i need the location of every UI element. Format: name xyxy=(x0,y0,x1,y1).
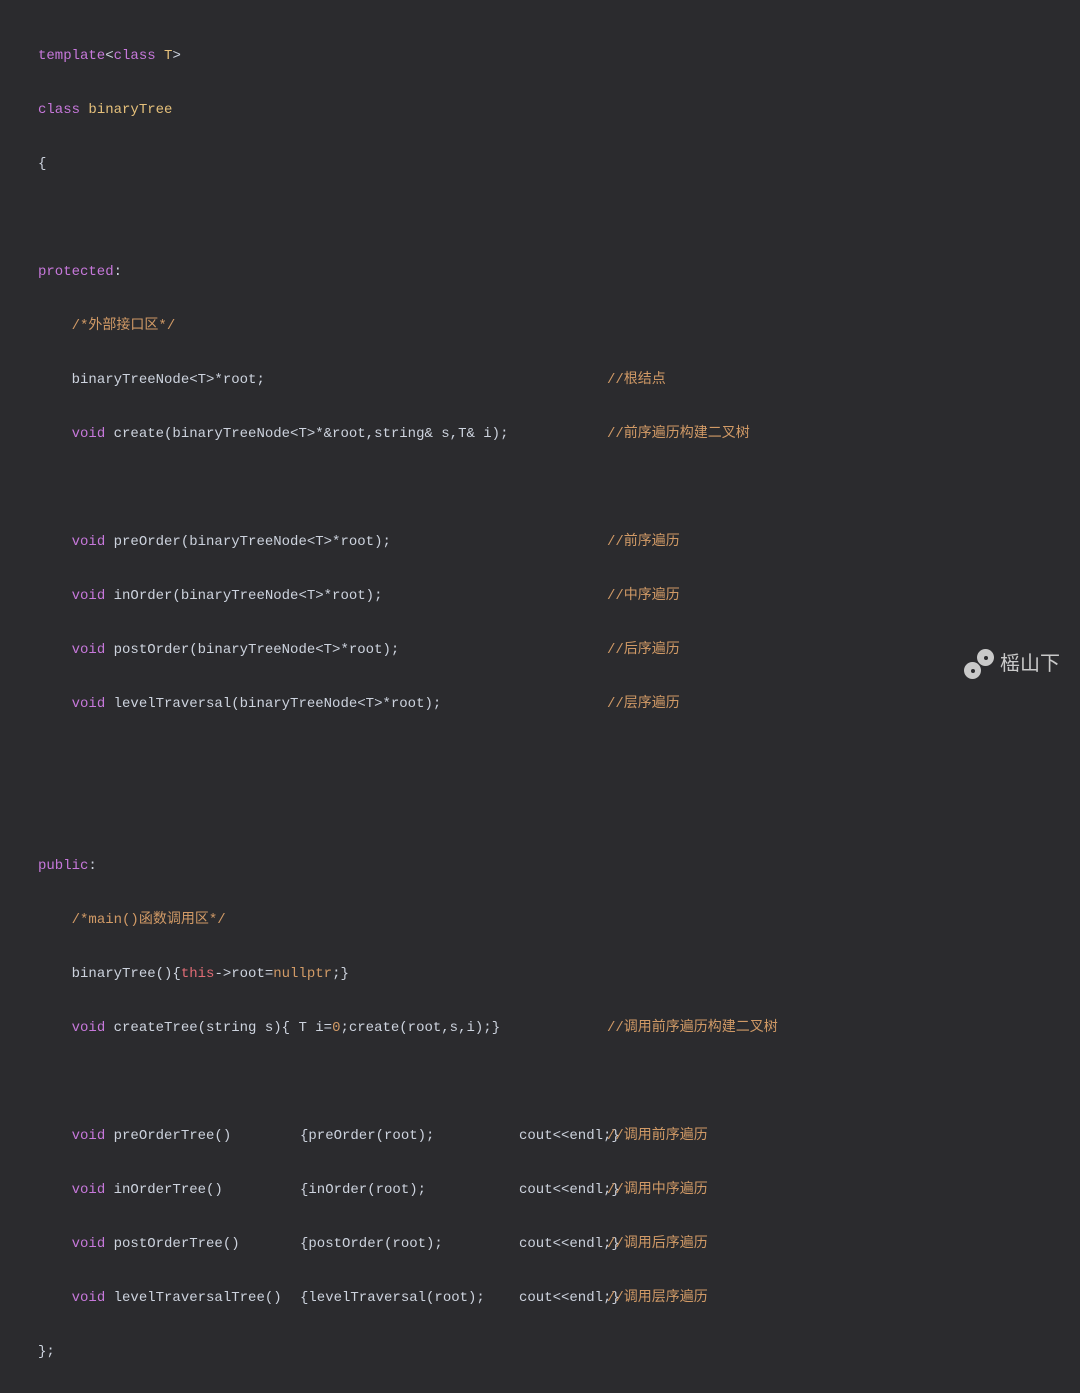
line-comment: //后序遍历 xyxy=(607,637,680,664)
code-line: void postOrder(binaryTreeNode<T>*root); /… xyxy=(38,637,1080,664)
keyword-class: class xyxy=(114,48,156,64)
line-comment: //前序遍历 xyxy=(607,529,680,556)
line-comment: //根结点 xyxy=(607,367,666,394)
func-decl: inOrder(binaryTreeNode<T>*root); xyxy=(105,588,382,604)
blank-line xyxy=(38,745,1080,772)
code-line: { xyxy=(38,151,1080,178)
keyword-class: class xyxy=(38,102,80,118)
keyword-void: void xyxy=(72,1128,106,1144)
code-line: void create(binaryTreeNode<T>*&root,stri… xyxy=(38,421,1080,448)
line-comment: //调用层序遍历 xyxy=(607,1285,708,1312)
func-decl: levelTraversal(binaryTreeNode<T>*root); xyxy=(105,696,441,712)
code-line: void levelTraversalTree(){levelTraversal… xyxy=(38,1285,1080,1312)
member-decl: binaryTreeNode<T>*root; xyxy=(72,372,265,388)
line-comment: //调用前序遍历 xyxy=(607,1123,708,1150)
keyword-void: void xyxy=(72,588,106,604)
line-comment: //调用中序遍历 xyxy=(607,1177,708,1204)
func-decl: preOrder(binaryTreeNode<T>*root); xyxy=(105,534,391,550)
keyword-protected: protected xyxy=(38,264,114,280)
keyword-public: public xyxy=(38,858,88,874)
blank-line xyxy=(38,1069,1080,1096)
code-line: template<class T> xyxy=(38,43,1080,70)
code-line: void preOrderTree(){preOrder(root);cout<… xyxy=(38,1123,1080,1150)
code-line: binaryTree(){this->root=nullptr;} xyxy=(38,961,1080,988)
code-line: }; xyxy=(38,1339,1080,1366)
keyword-void: void xyxy=(72,1020,106,1036)
keyword-void: void xyxy=(72,1290,106,1306)
code-line: /*main()函数调用区*/ xyxy=(38,907,1080,934)
code-line: void preOrder(binaryTreeNode<T>*root); //… xyxy=(38,529,1080,556)
blank-line xyxy=(38,799,1080,826)
keyword-this: this xyxy=(181,966,215,982)
keyword-void: void xyxy=(72,642,106,658)
code-line: public: xyxy=(38,853,1080,880)
code-line: protected: xyxy=(38,259,1080,286)
func-decl: create(binaryTreeNode<T>*&root,string& s… xyxy=(105,426,508,442)
keyword-void: void xyxy=(72,534,106,550)
keyword-void: void xyxy=(72,1182,106,1198)
code-line: void levelTraversal(binaryTreeNode<T>*ro… xyxy=(38,691,1080,718)
code-line: void postOrderTree(){postOrder(root);cou… xyxy=(38,1231,1080,1258)
func-decl: postOrder(binaryTreeNode<T>*root); xyxy=(105,642,399,658)
line-comment: //调用后序遍历 xyxy=(607,1231,708,1258)
code-line: /*外部接口区*/ xyxy=(38,313,1080,340)
code-line: binaryTreeNode<T>*root; //根结点 xyxy=(38,367,1080,394)
keyword-nullptr: nullptr xyxy=(273,966,332,982)
code-line: void inOrder(binaryTreeNode<T>*root); //中… xyxy=(38,583,1080,610)
block-comment: /*外部接口区*/ xyxy=(72,318,176,334)
code-line: class binaryTree xyxy=(38,97,1080,124)
keyword-void: void xyxy=(72,696,106,712)
line-comment: //调用前序遍历构建二叉树 xyxy=(607,1015,778,1042)
wechat-icon xyxy=(964,649,994,679)
blank-line xyxy=(38,475,1080,502)
line-comment: //中序遍历 xyxy=(607,583,680,610)
code-line: void createTree(string s){ T i=0;create(… xyxy=(38,1015,1080,1042)
block-comment: /*main()函数调用区*/ xyxy=(72,912,226,928)
line-comment: //前序遍历构建二叉树 xyxy=(607,421,750,448)
class-name: binaryTree xyxy=(88,102,172,118)
keyword-template: template xyxy=(38,48,105,64)
line-comment: //层序遍历 xyxy=(607,691,680,718)
watermark-text: 榣山下 xyxy=(1000,651,1060,678)
number-literal: 0 xyxy=(332,1020,340,1036)
keyword-void: void xyxy=(72,426,106,442)
keyword-void: void xyxy=(72,1236,106,1252)
watermark: 榣山下 xyxy=(964,649,1060,679)
blank-line xyxy=(38,205,1080,232)
code-line: void inOrderTree(){inOrder(root);cout<<e… xyxy=(38,1177,1080,1204)
